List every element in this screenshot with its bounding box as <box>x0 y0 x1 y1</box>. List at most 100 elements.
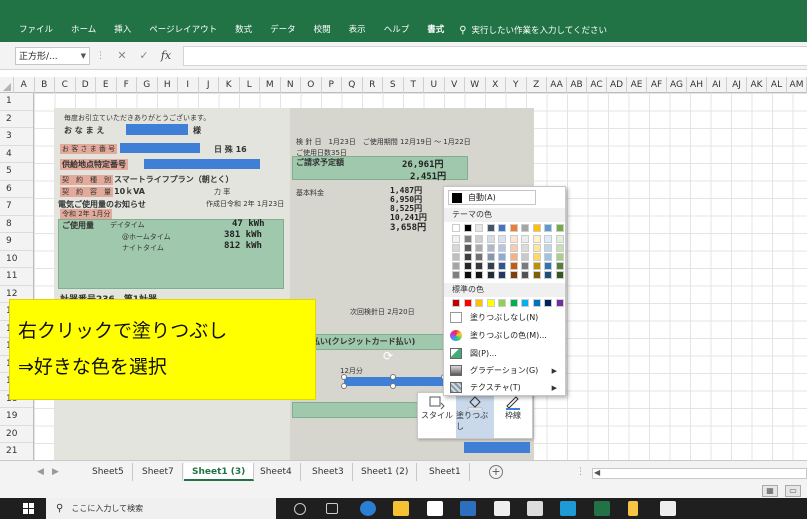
tab-formulas[interactable]: 数式 <box>226 18 261 42</box>
theme-color-swatch[interactable] <box>544 244 552 252</box>
column-header[interactable]: B <box>35 77 55 93</box>
theme-color-swatch[interactable] <box>463 244 472 252</box>
column-header[interactable]: V <box>445 77 465 93</box>
theme-color-swatch[interactable] <box>532 262 541 270</box>
theme-color-swatch[interactable] <box>486 244 495 252</box>
theme-color-swatch[interactable] <box>544 224 552 232</box>
row-header[interactable]: 5 <box>0 163 33 181</box>
sheet-tab[interactable]: Sheet1 (2) <box>353 463 418 481</box>
texture-fill-item[interactable]: テクスチャ(T) ▶ <box>444 380 565 395</box>
theme-color-swatch[interactable] <box>475 253 483 261</box>
theme-color-swatch[interactable] <box>555 262 564 270</box>
theme-color-swatch[interactable] <box>521 235 529 243</box>
theme-color-swatch[interactable] <box>486 235 495 243</box>
column-header[interactable]: W <box>465 77 486 93</box>
theme-color-swatch[interactable] <box>475 262 483 270</box>
resize-handle[interactable] <box>390 374 396 380</box>
theme-color-swatch[interactable] <box>452 244 460 252</box>
row-header[interactable]: 20 <box>0 426 33 443</box>
row-header[interactable]: 3 <box>0 128 33 146</box>
column-header[interactable]: S <box>383 77 404 93</box>
theme-color-swatch[interactable] <box>532 271 541 279</box>
tab-home[interactable]: ホーム <box>62 18 105 42</box>
tab-insert[interactable]: 挿入 <box>105 18 140 42</box>
row-header[interactable]: 9 <box>0 233 33 251</box>
standard-color-swatch[interactable] <box>532 299 541 307</box>
column-header[interactable]: O <box>301 77 322 93</box>
auto-color-button[interactable]: 自動(A) <box>448 190 536 205</box>
row-header[interactable]: 19 <box>0 408 33 426</box>
notes-icon[interactable] <box>628 501 638 516</box>
taskbar-search[interactable]: ⚲ ここに入力して検索 <box>46 498 276 519</box>
column-header[interactable]: AD <box>607 77 627 93</box>
sheet-tab[interactable]: Sheet5 <box>84 463 133 481</box>
add-sheet-button[interactable]: + <box>489 465 503 479</box>
app-icon[interactable] <box>560 501 576 516</box>
theme-color-swatch[interactable] <box>463 224 472 232</box>
no-fill-item[interactable]: 塗りつぶしなし(N) <box>444 310 565 325</box>
theme-color-swatch[interactable] <box>498 262 506 270</box>
column-header[interactable]: AL <box>767 77 787 93</box>
theme-color-swatch[interactable] <box>555 224 564 232</box>
app-icon[interactable] <box>660 501 676 516</box>
sheet-tab[interactable]: Sheet4 <box>252 463 301 481</box>
instruction-callout[interactable]: 右クリックで塗りつぶし ⇒好きな色を選択 <box>9 299 316 400</box>
column-header[interactable]: AC <box>587 77 607 93</box>
theme-color-swatch[interactable] <box>463 271 472 279</box>
shape-outline-button[interactable]: 枠線 <box>494 393 532 438</box>
theme-color-swatch[interactable] <box>544 271 552 279</box>
theme-color-swatch[interactable] <box>521 253 529 261</box>
theme-color-swatch[interactable] <box>498 253 506 261</box>
normal-view-icon[interactable]: ▦ <box>762 485 778 497</box>
theme-color-swatch[interactable] <box>463 253 472 261</box>
theme-color-swatch[interactable] <box>498 244 506 252</box>
tab-page-layout[interactable]: ページレイアウト <box>140 18 226 42</box>
theme-color-swatch[interactable] <box>475 244 483 252</box>
column-header[interactable]: AF <box>647 77 667 93</box>
row-header[interactable]: 4 <box>0 146 33 163</box>
column-header[interactable]: P <box>322 77 342 93</box>
column-header[interactable]: AK <box>747 77 767 93</box>
page-layout-view-icon[interactable]: ▭ <box>785 485 801 497</box>
standard-color-swatch[interactable] <box>498 299 506 307</box>
windows-start-icon[interactable] <box>23 503 34 514</box>
theme-color-swatch[interactable] <box>498 271 506 279</box>
theme-color-swatch[interactable] <box>475 271 483 279</box>
column-header[interactable]: M <box>260 77 281 93</box>
theme-color-swatch[interactable] <box>555 253 564 261</box>
column-header[interactable]: K <box>219 77 240 93</box>
standard-color-swatch[interactable] <box>463 299 472 307</box>
theme-color-swatch[interactable] <box>521 271 529 279</box>
column-header[interactable]: AB <box>567 77 587 93</box>
theme-color-swatch[interactable] <box>532 244 541 252</box>
standard-color-swatch[interactable] <box>555 299 564 307</box>
column-header[interactable]: AA <box>547 77 567 93</box>
next-sheet-icon[interactable]: ▶ <box>52 467 59 477</box>
theme-color-swatch[interactable] <box>521 244 529 252</box>
excel-icon[interactable] <box>594 501 610 516</box>
theme-color-swatch[interactable] <box>521 224 529 232</box>
row-header[interactable]: 7 <box>0 198 33 216</box>
store-icon[interactable] <box>427 501 443 516</box>
resize-handle[interactable] <box>341 374 347 380</box>
column-header[interactable]: G <box>137 77 158 93</box>
sheet-tab[interactable]: Sheet7 <box>134 463 183 481</box>
column-header[interactable]: U <box>424 77 445 93</box>
column-header[interactable]: AM <box>787 77 807 93</box>
row-header[interactable]: 6 <box>0 181 33 198</box>
formula-input[interactable] <box>183 45 807 66</box>
theme-color-swatch[interactable] <box>509 262 518 270</box>
column-header[interactable]: AE <box>627 77 647 93</box>
theme-color-swatch[interactable] <box>498 224 506 232</box>
theme-color-swatch[interactable] <box>555 271 564 279</box>
theme-color-swatch[interactable] <box>532 253 541 261</box>
theme-color-swatch[interactable] <box>452 235 460 243</box>
insert-function-icon[interactable]: fx <box>155 49 177 62</box>
column-header[interactable]: AJ <box>727 77 747 93</box>
scroll-left-icon[interactable]: ◀ <box>594 468 600 477</box>
column-header[interactable]: C <box>55 77 76 93</box>
shape-fill-button[interactable]: 塗りつぶし <box>456 393 494 438</box>
horizontal-scrollbar[interactable]: ◀ <box>592 468 807 479</box>
column-header[interactable]: Q <box>342 77 363 93</box>
more-fill-colors-item[interactable]: 塗りつぶしの色(M)... <box>444 328 565 343</box>
